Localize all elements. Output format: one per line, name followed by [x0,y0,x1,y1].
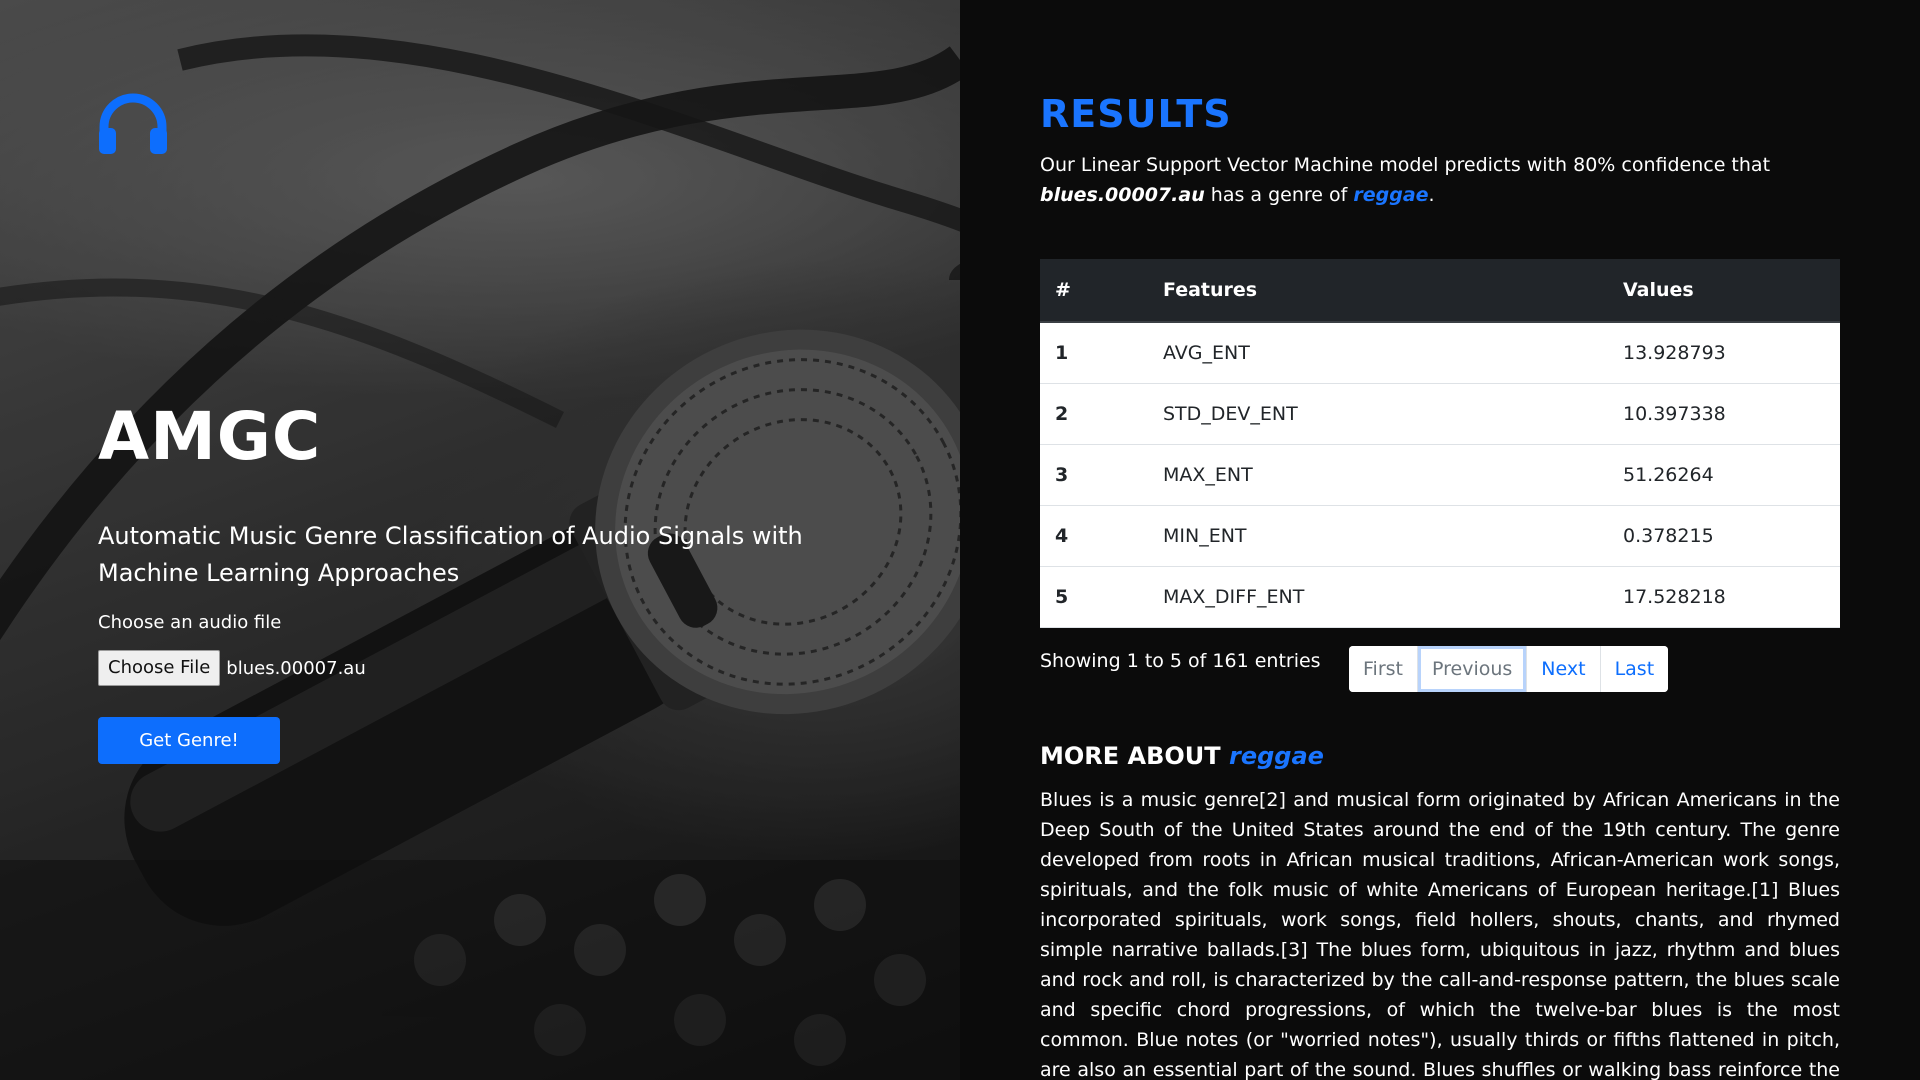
prediction-text: Our Linear Support Vector Machine model … [1040,150,1780,210]
pagination-next-button[interactable]: Next [1527,646,1601,692]
file-input-label: Choose an audio file [98,612,282,633]
features-table: # Features Values 1 AVG_ENT 13.928793 2 … [1040,259,1840,628]
row-feature: MAX_ENT [1148,444,1608,506]
row-number: 4 [1040,505,1148,567]
table-row: 4 MIN_ENT 0.378215 [1040,505,1840,567]
headphones-icon [99,93,167,154]
table-row: 3 MAX_ENT 51.26264 [1040,444,1840,506]
more-about-prefix: MORE ABOUT [1040,742,1221,770]
row-number: 2 [1040,383,1148,445]
results-title: RESULTS [1040,92,1232,136]
app-subtitle: Automatic Music Genre Classification of … [98,522,803,587]
more-about-title: MORE ABOUT reggae [1040,742,1324,770]
row-value: 51.26264 [1608,444,1840,506]
row-value: 13.928793 [1608,322,1840,384]
prediction-prefix: Our Linear Support Vector Machine model … [1040,154,1771,176]
row-value: 0.378215 [1608,505,1840,567]
pagination-previous-button[interactable]: Previous [1418,646,1528,692]
prediction-suffix: . [1428,184,1435,206]
genre-description: Blues is a music genre[2] and musical fo… [1040,789,1840,1080]
prediction-middle: has a genre of [1210,184,1348,206]
row-value: 17.528218 [1608,566,1840,628]
table-row: 1 AVG_ENT 13.928793 [1040,322,1840,384]
table-row: 5 MAX_DIFF_ENT 17.528218 [1040,566,1840,628]
prediction-file-name: blues.00007.au [1040,184,1205,206]
table-entries-info: Showing 1 to 5 of 161 entries [1040,650,1321,672]
pagination-last-button[interactable]: Last [1600,646,1669,692]
app-page: AMGC Automatic Music Genre Classificatio… [0,0,1920,1080]
pagination-first-button[interactable]: First [1349,646,1418,692]
row-feature: STD_DEV_ENT [1148,383,1608,445]
predicted-genre: reggae [1353,184,1429,206]
table-header-row: # Features Values [1040,259,1840,323]
hero-panel: AMGC Automatic Music Genre Classificatio… [0,0,960,1080]
header-features[interactable]: Features [1148,259,1608,323]
choose-file-button[interactable]: Choose File [98,650,221,686]
row-value: 10.397338 [1608,383,1840,445]
table-row: 2 STD_DEV_ENT 10.397338 [1040,383,1840,445]
row-number: 5 [1040,566,1148,628]
row-number: 1 [1040,322,1148,384]
header-number[interactable]: # [1040,259,1148,323]
selected-file-name: blues.00007.au [226,657,366,679]
row-feature: MAX_DIFF_ENT [1148,566,1608,628]
more-about-genre: reggae [1229,742,1324,770]
file-input: Choose File blues.00007.au [98,650,366,686]
results-panel: RESULTS Our Linear Support Vector Machin… [960,0,1920,1080]
row-feature: AVG_ENT [1148,322,1608,384]
table-pagination: First Previous Next Last [1349,646,1669,692]
get-genre-button[interactable]: Get Genre! [98,717,280,764]
header-values[interactable]: Values [1608,259,1840,323]
app-title: AMGC [98,398,322,475]
row-number: 3 [1040,444,1148,506]
row-feature: MIN_ENT [1148,505,1608,567]
